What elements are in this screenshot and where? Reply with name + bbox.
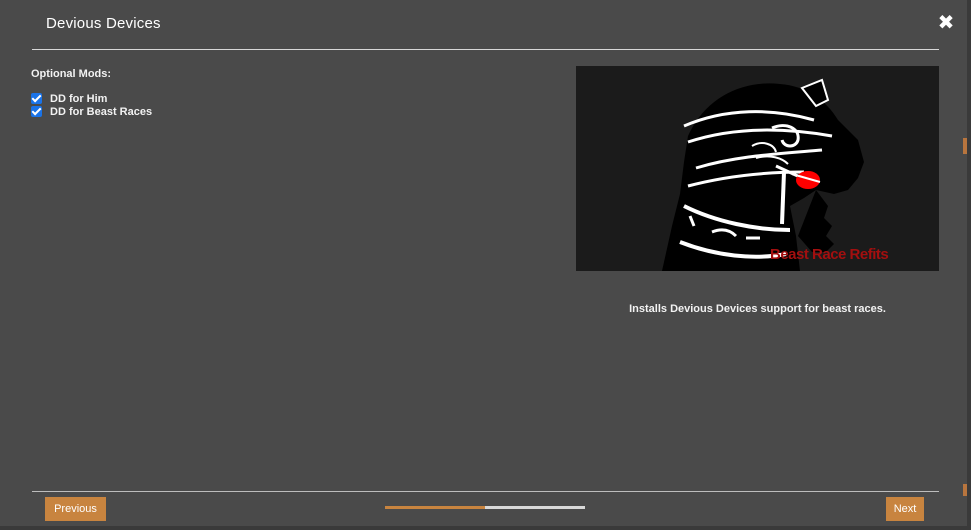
dd-for-beast-races-checkbox[interactable] — [31, 106, 42, 117]
step-progress-fill — [385, 506, 485, 509]
scrollbar-accent-bottom — [963, 484, 967, 496]
previous-button[interactable]: Previous — [45, 497, 106, 521]
optional-mods-label: Optional Mods: — [31, 68, 112, 80]
close-icon[interactable]: ✖ — [936, 12, 956, 34]
option-preview-image: Beast Race Refits — [576, 66, 939, 271]
dd-for-beast-races-label: DD for Beast Races — [50, 105, 153, 118]
step-progress-bar — [385, 506, 585, 509]
option-dd-for-beast-races[interactable]: DD for Beast Races — [31, 105, 152, 118]
preview-image-caption: Beast Race Refits — [770, 246, 889, 263]
scrollbar-accent — [963, 138, 967, 154]
dd-for-him-label: DD for Him — [50, 92, 108, 105]
footer-divider — [32, 491, 939, 492]
option-dd-for-him[interactable]: DD for Him — [31, 92, 107, 105]
dialog-title: Devious Devices — [46, 15, 161, 32]
next-button[interactable]: Next — [886, 497, 924, 521]
header-divider — [32, 49, 939, 50]
beast-head-illustration — [576, 66, 939, 271]
dd-for-him-checkbox[interactable] — [31, 93, 42, 104]
option-description: Installs Devious Devices support for bea… — [629, 303, 886, 315]
installer-dialog: Devious Devices ✖ Optional Mods: DD for … — [0, 0, 971, 530]
